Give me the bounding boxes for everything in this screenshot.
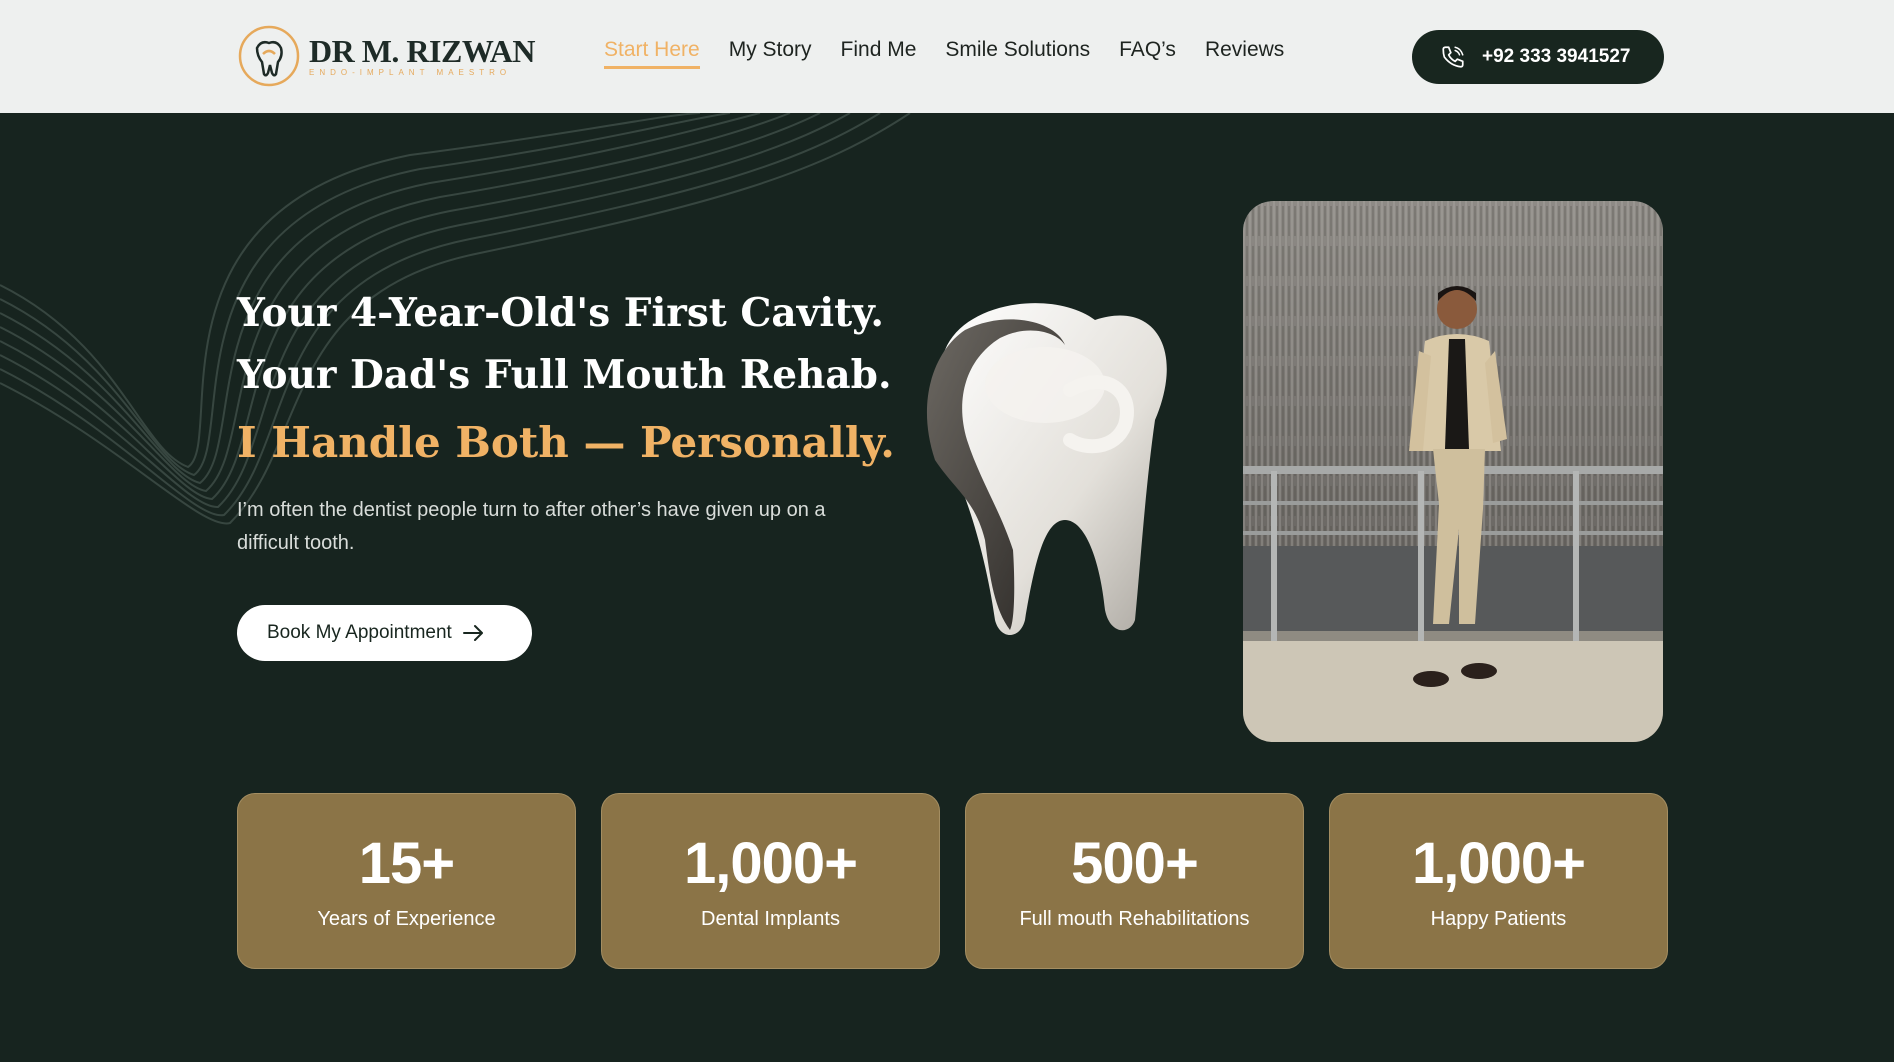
doctor-photo-image bbox=[1243, 201, 1663, 742]
stat-card-experience: 15+ Years of Experience bbox=[237, 793, 576, 969]
arrow-right-icon bbox=[462, 625, 483, 641]
nav-reviews[interactable]: Reviews bbox=[1205, 38, 1284, 69]
site-logo[interactable]: DR M. RIZWAN ENDO-IMPLANT MAESTRO bbox=[237, 24, 536, 88]
stat-value: 15+ bbox=[358, 830, 455, 896]
tooth-logo-icon bbox=[238, 25, 300, 87]
stat-label: Full mouth Rehabilitations bbox=[1019, 907, 1250, 930]
hero-line-3: I Handle Both — Personally. bbox=[237, 418, 895, 467]
stat-value: 1,000+ bbox=[683, 830, 858, 896]
stat-card-patients: 1,000+ Happy Patients bbox=[1329, 793, 1668, 969]
nav-smile-solutions[interactable]: Smile Solutions bbox=[945, 38, 1090, 69]
phone-call-button[interactable]: +92 333 3941527 bbox=[1412, 30, 1664, 84]
stat-label: Dental Implants bbox=[701, 907, 840, 930]
stat-value: 500+ bbox=[1071, 830, 1199, 896]
phone-icon bbox=[1442, 46, 1464, 68]
phone-number: +92 333 3941527 bbox=[1482, 46, 1631, 67]
stat-card-implants: 1,000+ Dental Implants bbox=[601, 793, 940, 969]
stat-value: 1,000+ bbox=[1411, 830, 1586, 896]
book-appointment-button[interactable]: Book My Appointment bbox=[237, 605, 532, 661]
logo-name: DR M. RIZWAN bbox=[309, 33, 536, 69]
nav-faqs[interactable]: FAQ’s bbox=[1119, 38, 1176, 69]
stats-section: 15+ Years of Experience 1,000+ Dental Im… bbox=[237, 793, 1668, 969]
stat-card-rehabilitations: 500+ Full mouth Rehabilitations bbox=[965, 793, 1304, 969]
nav-my-story[interactable]: My Story bbox=[729, 38, 812, 69]
stat-label: Years of Experience bbox=[317, 907, 496, 930]
hero-line-2: Your Dad's Full Mouth Rehab. bbox=[237, 352, 892, 398]
doctor-photo bbox=[1243, 201, 1663, 742]
hero-headline: Your 4-Year-Old's First Cavity. Your Dad… bbox=[237, 282, 895, 480]
tooth-illustration bbox=[926, 303, 1167, 635]
stat-label: Happy Patients bbox=[1430, 907, 1567, 930]
main-nav: Start Here My Story Find Me Smile Soluti… bbox=[604, 38, 1284, 69]
logo-tagline: ENDO-IMPLANT MAESTRO bbox=[309, 68, 512, 77]
book-appointment-label: Book My Appointment bbox=[267, 622, 452, 643]
hero-subtext: I’m often the dentist people turn to aft… bbox=[237, 499, 826, 554]
top-navigation-bar: DR M. RIZWAN ENDO-IMPLANT MAESTRO Start … bbox=[0, 0, 1894, 113]
nav-find-me[interactable]: Find Me bbox=[841, 38, 917, 69]
nav-start-here[interactable]: Start Here bbox=[604, 38, 700, 69]
hero-line-1: Your 4-Year-Old's First Cavity. bbox=[237, 290, 884, 336]
